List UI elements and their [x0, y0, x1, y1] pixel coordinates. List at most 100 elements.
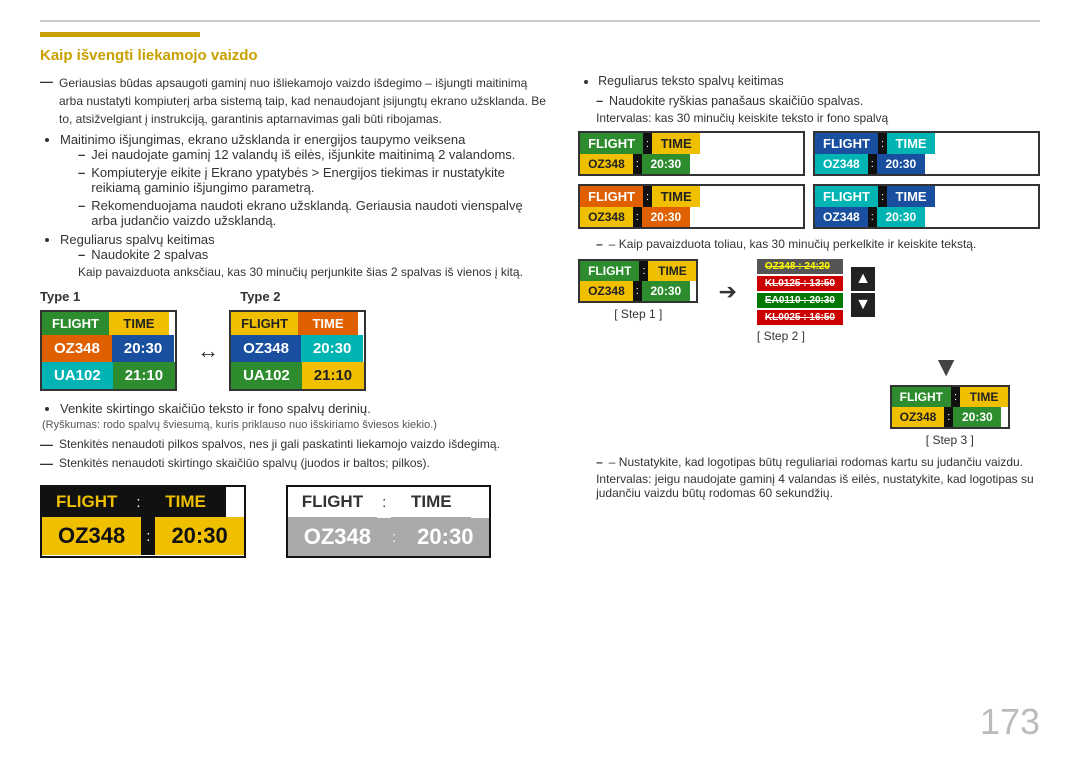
- bullet-list-2: Venkite skirtingo skaičiūo teksto ir fon…: [60, 401, 548, 431]
- s1-time: TIME: [648, 261, 696, 281]
- board1-time-header: TIME: [109, 312, 169, 335]
- dark-board-row2: OZ348 : 20:30: [42, 517, 244, 555]
- board1-row2: OZ348 20:30: [42, 335, 175, 362]
- right-note-1: Reguliarus teksto spalvų keitimas: [598, 74, 1040, 88]
- step3-wrap: FLIGHT : TIME OZ348 : 20:30 [ Step 3 ]: [890, 385, 1010, 447]
- right-sub-1: – Naudokite ryškias panašaus skaičiūo sp…: [596, 94, 1040, 108]
- step3-board: FLIGHT : TIME OZ348 : 20:30: [890, 385, 1010, 429]
- step3-outer: FLIGHT : TIME OZ348 : 20:30 [ Step 3 ]: [578, 385, 1010, 447]
- board2-row3: UA102 21:10: [231, 362, 364, 389]
- gray-board-row2: OZ348 : 20:30: [288, 518, 490, 556]
- step1-label: [ Step 1 ]: [614, 307, 662, 321]
- dark-oz348: OZ348: [42, 517, 141, 555]
- final-note-2: Intervalas: jeigu naudojate gaminį 4 val…: [596, 472, 1040, 500]
- gb4-2030: 20:30: [877, 207, 925, 227]
- arrow-down-wrap: ▼: [578, 349, 960, 385]
- scroll-arrows: ▲ ▼: [851, 267, 875, 317]
- bullet-item-2: Reguliarus spalvų keitimas – Naudokite 2…: [60, 232, 548, 279]
- gray-oz348: OZ348: [288, 518, 387, 556]
- crossed-row-2: KL0125 : 13:50: [757, 276, 843, 291]
- crossed-row-3: EA0110 : 20:30: [757, 293, 843, 308]
- right-column: Reguliarus teksto spalvų keitimas – Naud…: [578, 74, 1040, 558]
- sub-dash-2: – Kompiuteryje eikite į Ekrano ypatybės …: [78, 165, 548, 195]
- crossed-row-1: OZ348 : 24:20: [757, 259, 843, 274]
- s3-flight: FLIGHT: [892, 387, 951, 407]
- right-col-note: Reguliarus teksto spalvų keitimas – Naud…: [578, 74, 1040, 125]
- s1-2030: 20:30: [642, 281, 690, 301]
- grid-board-4: FLIGHT : TIME OZ348 : 20:30: [813, 184, 1040, 229]
- gray-colon1: :: [377, 487, 391, 518]
- bullet-item-4: (Ryškumas: rodo spalvų šviesumą, kuris p…: [42, 419, 548, 431]
- grid-board-3: FLIGHT : TIME OZ348 : 20:30: [578, 184, 805, 229]
- gb2-oz348: OZ348: [815, 154, 868, 174]
- crossed-row-4: KL0025 : 16:50: [757, 310, 843, 325]
- dark-2030: 20:30: [155, 517, 243, 555]
- s1-flight: FLIGHT: [580, 261, 639, 281]
- board2-header-row: FLIGHT TIME: [231, 312, 364, 335]
- gb3-oz348: OZ348: [580, 207, 633, 227]
- board1-flight-header: FLIGHT: [42, 312, 109, 335]
- right-interval: Intervalas: kas 30 minučių keiskite teks…: [596, 111, 1040, 125]
- board1-2110: 21:10: [113, 362, 175, 389]
- board2-time-header: TIME: [298, 312, 358, 335]
- step-arrow-right: ➔: [718, 279, 736, 305]
- board1-row3: UA102 21:10: [42, 362, 175, 389]
- s3-time: TIME: [960, 387, 1008, 407]
- right-grid: FLIGHT : TIME OZ348 : 20:30 FLIGHT : TIM…: [578, 131, 1040, 229]
- board1-header-row: FLIGHT TIME: [42, 312, 175, 335]
- board1-ua102: UA102: [42, 362, 113, 389]
- gray-flight-header: FLIGHT: [288, 487, 377, 518]
- board2-flight-header: FLIGHT: [231, 312, 298, 335]
- scroll-down-icon: ▼: [851, 293, 875, 317]
- final-notes: – – Nustatykite, kad logotipas būtų regu…: [578, 455, 1040, 500]
- step-arrow-down: ▼: [932, 351, 960, 383]
- grid-board-1: FLIGHT : TIME OZ348 : 20:30: [578, 131, 805, 176]
- sub-dash-3: – Rekomenduojama naudoti ekrano užskland…: [78, 198, 548, 228]
- step-note: – – Kaip pavaizduota toliau, kas 30 minu…: [596, 237, 1040, 251]
- step1-wrap: FLIGHT : TIME OZ348 : 20:30 [ Step 1 ]: [578, 259, 698, 321]
- color-note: Kaip pavaizduota anksčiau, kas 30 minuči…: [78, 265, 548, 279]
- top-divider: [40, 20, 1040, 22]
- gb3-time: TIME: [652, 186, 700, 207]
- dark-flight-header: FLIGHT: [42, 487, 131, 517]
- board2-oz348: OZ348: [231, 335, 301, 362]
- gb1-flight: FLIGHT: [580, 133, 643, 154]
- gb2-flight: FLIGHT: [815, 133, 878, 154]
- type-arrow: ↔: [197, 338, 219, 364]
- gray-2030: 20:30: [401, 518, 489, 556]
- gb3-flight: FLIGHT: [580, 186, 643, 207]
- type1-board: FLIGHT TIME OZ348 20:30 UA102 21:10: [40, 310, 177, 391]
- type2-board: FLIGHT TIME OZ348 20:30 UA102 21:10: [229, 310, 366, 391]
- board2-2110: 21:10: [302, 362, 364, 389]
- dark-time-header: TIME: [146, 487, 226, 517]
- step2-label: [ Step 2 ]: [757, 329, 805, 343]
- board1-2030: 20:30: [112, 335, 174, 362]
- bullet-item-3: Venkite skirtingo skaičiūo teksto ir fon…: [60, 401, 548, 416]
- s1-oz348: OZ348: [580, 281, 633, 301]
- gb2-2030: 20:30: [877, 154, 925, 174]
- gray-time-header: TIME: [391, 487, 471, 518]
- type-labels: Type 1 Type 2: [40, 289, 548, 304]
- dark-colon1: :: [131, 487, 145, 517]
- gb4-oz348: OZ348: [815, 207, 868, 227]
- step3-label: [ Step 3 ]: [926, 433, 974, 447]
- bullet-item-1: Maitinimo išjungimas, ekrano užsklanda i…: [60, 132, 548, 228]
- sub-dash-1: – Jei naudojate gaminį 12 valandų iš eil…: [78, 147, 548, 162]
- gb4-flight: FLIGHT: [815, 186, 878, 207]
- gray-board-header: FLIGHT : TIME: [288, 487, 490, 518]
- grid-board-2: FLIGHT : TIME OZ348 : 20:30: [813, 131, 1040, 176]
- left-column: — Geriausias būdas apsaugoti gaminį nuo …: [40, 74, 548, 558]
- page-number: 173: [980, 701, 1040, 743]
- gb3-2030: 20:30: [642, 207, 690, 227]
- board1-oz348: OZ348: [42, 335, 112, 362]
- header-accent-bar: [40, 32, 200, 37]
- note1: — Stenkitės nenaudoti pilkos spalvos, ne…: [40, 437, 548, 452]
- gb1-2030: 20:30: [642, 154, 690, 174]
- type-boards: FLIGHT TIME OZ348 20:30 UA102 21:10 ↔ FL…: [40, 310, 548, 391]
- gray-colon2: :: [387, 518, 401, 556]
- board2-row2: OZ348 20:30: [231, 335, 364, 362]
- sub-dash-4: – Naudokite 2 spalvas: [78, 247, 548, 262]
- note2: — Stenkitės nenaudoti skirtingo skaičiūo…: [40, 456, 548, 471]
- s3-oz348: OZ348: [892, 407, 945, 427]
- dark-board-header: FLIGHT : TIME: [42, 487, 244, 517]
